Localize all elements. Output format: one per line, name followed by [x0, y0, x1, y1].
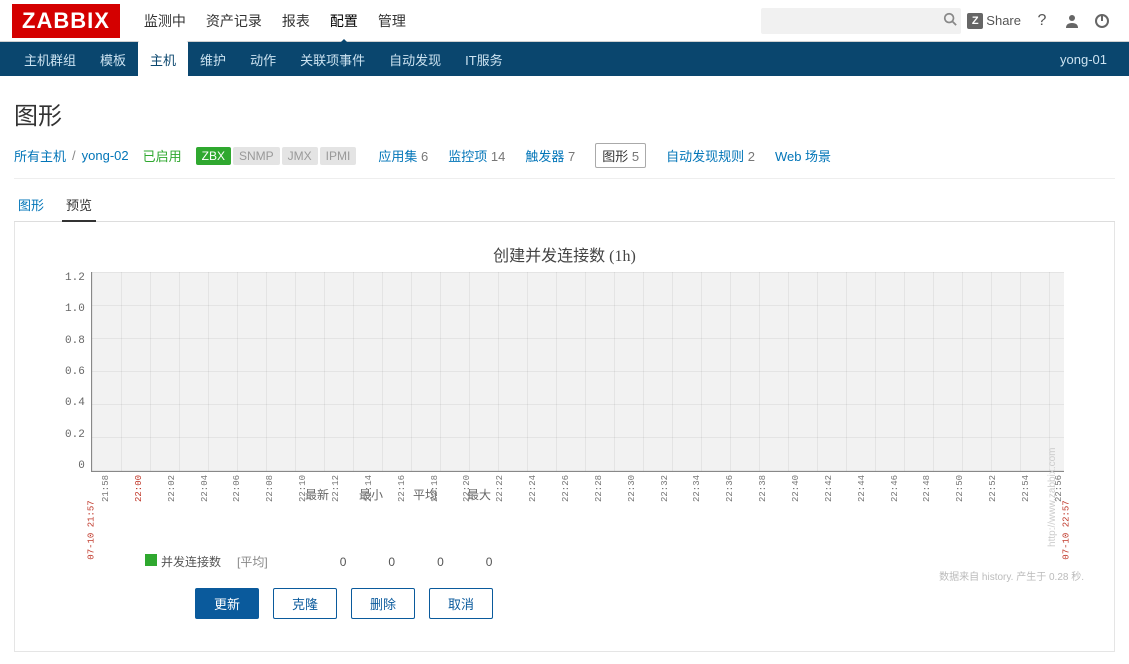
legend-series-name: 并发连接数: [161, 555, 221, 569]
x-tick: 22:48: [922, 492, 932, 502]
logo[interactable]: ZABBIX: [12, 4, 120, 38]
x-tick: 22:00: [134, 492, 144, 502]
x-tick: 22:02: [167, 492, 177, 502]
x-tick: 22:54: [1021, 492, 1031, 502]
legend-headers: 最新 最小 平均 最大: [305, 486, 1064, 503]
breadcrumb-host[interactable]: yong-02: [82, 148, 129, 163]
share-icon: Z: [967, 13, 983, 29]
x-tick: 22:08: [265, 492, 275, 502]
legend-row: 并发连接数 [平均] 0 0 0 0: [145, 553, 1064, 570]
page-title: 图形: [14, 96, 1115, 131]
update-button[interactable]: 更新: [195, 588, 259, 619]
x-tick: 22:20: [462, 492, 472, 502]
x-tick: 22:32: [660, 492, 670, 502]
chart-title: 创建并发连接数 (1h): [65, 242, 1064, 266]
x-tick: 22:30: [627, 492, 637, 502]
chart: 创建并发连接数 (1h) 1.2 1.0 0.8 0.6 0.4 0.2 0 0…: [65, 242, 1064, 570]
subnav-discovery[interactable]: 自动发现: [377, 41, 453, 78]
chart-x-axis: 21:5822:0022:0222:0422:0622:0822:1022:12…: [101, 476, 1064, 486]
x-tick: 22:12: [331, 492, 341, 502]
delete-button[interactable]: 删除: [351, 588, 415, 619]
x-tick: 22:46: [890, 492, 900, 502]
subnav-hostgroups[interactable]: 主机群组: [12, 41, 88, 78]
x-tick: 22:22: [495, 492, 505, 502]
chart-footer-note: 数据来自 history. 产生于 0.28 秒.: [939, 568, 1084, 583]
action-buttons: 更新 克隆 删除 取消: [195, 588, 1104, 619]
nav-reports[interactable]: 报表: [272, 0, 320, 43]
x-tick: 22:14: [364, 492, 374, 502]
link-items[interactable]: 监控项 14: [448, 146, 505, 165]
help-icon[interactable]: ?: [1027, 0, 1057, 42]
x-tick: 22:18: [430, 492, 440, 502]
badge-ipmi: IPMI: [320, 147, 357, 165]
nav-administration[interactable]: 管理: [368, 0, 416, 43]
chart-start-time: 07-10 21:57: [87, 500, 97, 559]
nav-configuration[interactable]: 配置: [320, 0, 368, 43]
x-tick: 22:04: [200, 492, 210, 502]
link-graphs[interactable]: 图形 5: [595, 143, 646, 168]
logout-icon[interactable]: [1087, 0, 1117, 42]
preview-panel: 创建并发连接数 (1h) 1.2 1.0 0.8 0.6 0.4 0.2 0 0…: [14, 222, 1115, 652]
chart-plot-area: 07-10 21:57 07-10 22:57: [91, 272, 1064, 472]
x-tick: 22:24: [528, 492, 538, 502]
subnav-maintenance[interactable]: 维护: [188, 41, 238, 78]
chart-watermark: http://www.zabbix.com: [1047, 448, 1058, 547]
breadcrumb-all-hosts[interactable]: 所有主机: [14, 146, 66, 165]
badge-snmp: SNMP: [233, 147, 280, 165]
x-tick: 22:28: [594, 492, 604, 502]
search-input[interactable]: [767, 13, 943, 28]
link-applications[interactable]: 应用集 6: [378, 146, 428, 165]
x-tick: 22:40: [791, 492, 801, 502]
badge-zbx: ZBX: [196, 147, 231, 165]
share-link[interactable]: Z Share: [967, 13, 1021, 29]
x-tick: 22:44: [857, 492, 867, 502]
cancel-button[interactable]: 取消: [429, 588, 493, 619]
nav-monitoring[interactable]: 监测中: [134, 0, 196, 43]
x-tick: 22:26: [561, 492, 571, 502]
x-tick: 22:52: [988, 492, 998, 502]
x-tick: 22:06: [232, 492, 242, 502]
host-enabled-label: 已启用: [143, 146, 182, 165]
link-triggers[interactable]: 触发器 7: [525, 146, 575, 165]
subnav-hosts[interactable]: 主机: [138, 41, 188, 78]
sub-navbar: 主机群组 模板 主机 维护 动作 关联项事件 自动发现 IT服务 yong-01: [0, 42, 1129, 76]
x-tick: 22:34: [692, 492, 702, 502]
top-navbar: ZABBIX 监测中 资产记录 报表 配置 管理 Z Share ?: [0, 0, 1129, 42]
search-icon[interactable]: [943, 12, 957, 29]
subnav-templates[interactable]: 模板: [88, 41, 138, 78]
legend-swatch: [145, 554, 157, 566]
user-icon[interactable]: [1057, 0, 1087, 42]
x-tick: 22:36: [725, 492, 735, 502]
breadcrumb: 所有主机 / yong-02 已启用 ZBXSNMPJMXIPMI 应用集 6 …: [14, 143, 1115, 179]
tab-preview[interactable]: 预览: [62, 189, 96, 222]
chart-end-time: 07-10 22:57: [1061, 500, 1071, 559]
current-user-label: yong-01: [1060, 52, 1117, 67]
subnav-correlation[interactable]: 关联项事件: [288, 41, 377, 78]
x-tick: 22:10: [298, 492, 308, 502]
link-web-scenarios[interactable]: Web 场景: [775, 146, 831, 165]
clone-button[interactable]: 克隆: [273, 588, 337, 619]
tab-graph[interactable]: 图形: [14, 189, 48, 221]
subnav-itservices[interactable]: IT服务: [453, 41, 515, 78]
tab-bar: 图形 预览: [14, 189, 1115, 222]
legend-agg: [平均]: [237, 553, 268, 570]
x-tick: 22:38: [758, 492, 768, 502]
x-tick: 22:16: [397, 492, 407, 502]
search-box[interactable]: [761, 8, 961, 34]
chart-y-axis: 1.2 1.0 0.8 0.6 0.4 0.2 0: [65, 272, 91, 472]
nav-inventory[interactable]: 资产记录: [196, 0, 272, 43]
x-tick: 22:50: [955, 492, 965, 502]
badge-jmx: JMX: [282, 147, 318, 165]
subnav-actions[interactable]: 动作: [238, 41, 288, 78]
x-tick: 22:42: [824, 492, 834, 502]
x-tick: 21:58: [101, 492, 111, 502]
link-discovery-rules[interactable]: 自动发现规则 2: [666, 146, 755, 165]
